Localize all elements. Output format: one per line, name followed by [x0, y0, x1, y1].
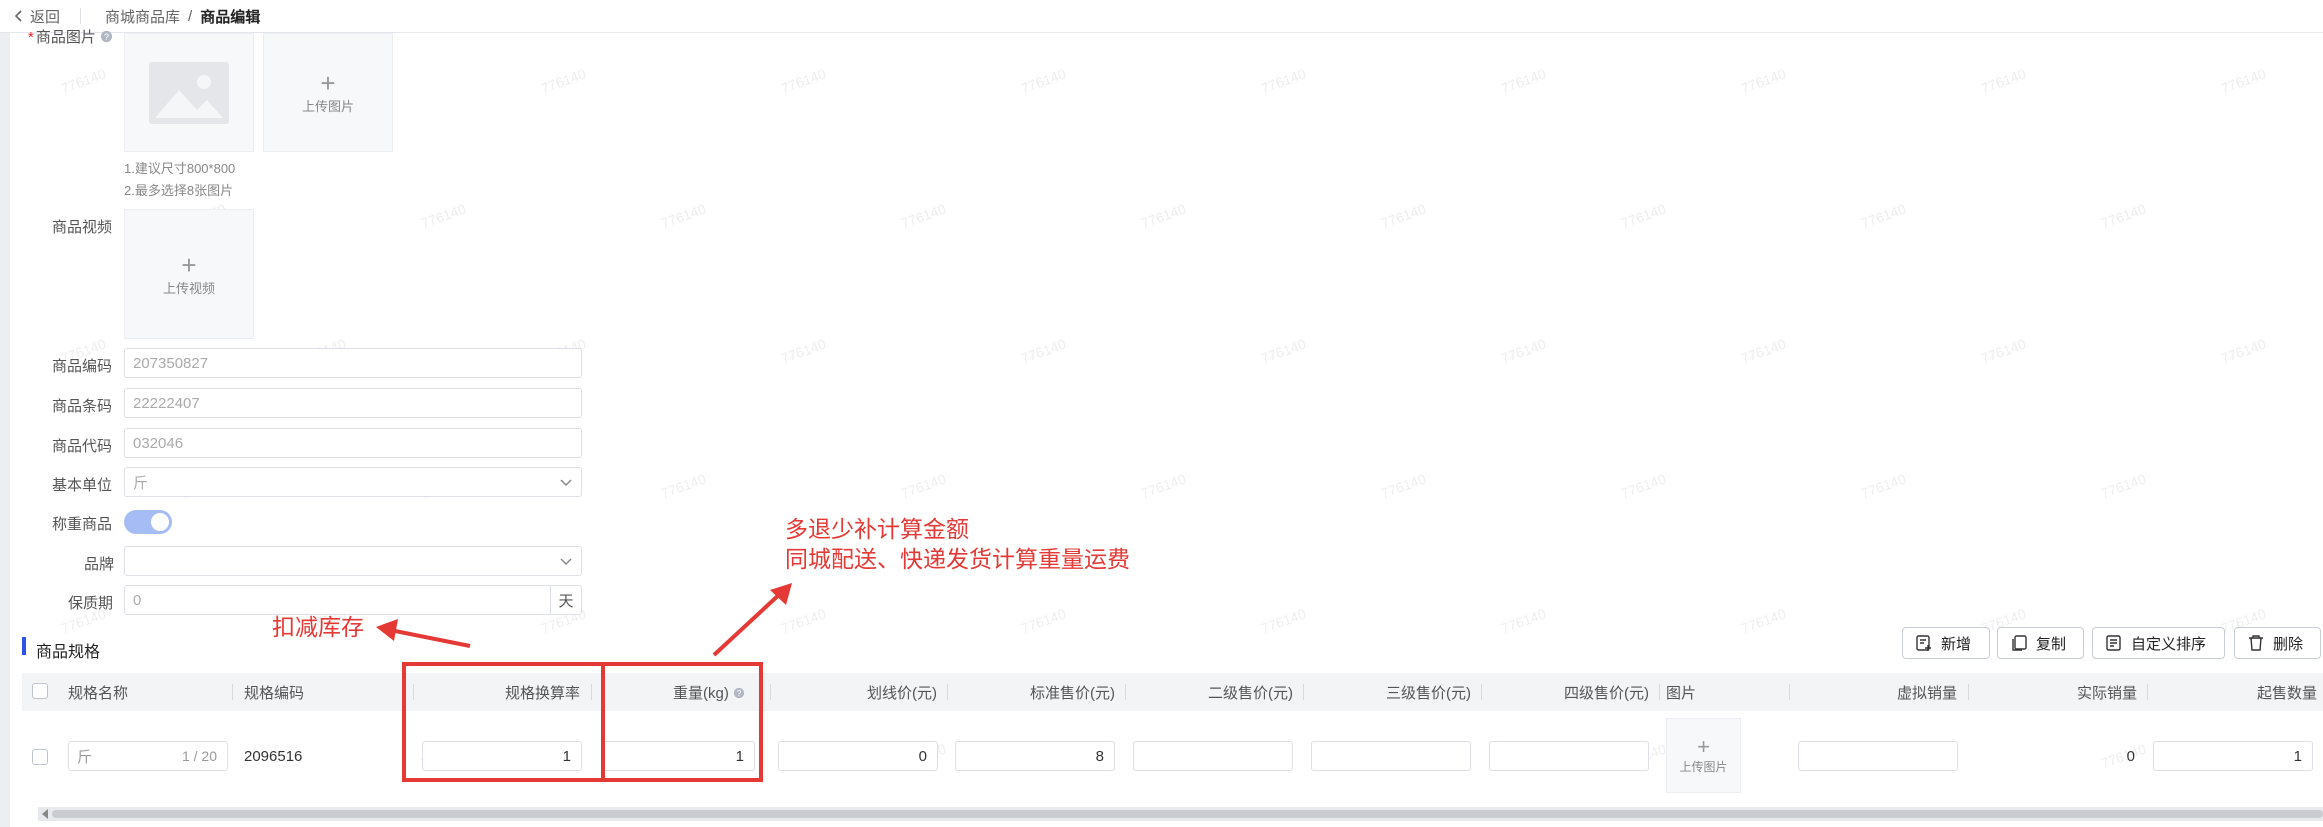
annotation-arrows: [376, 583, 792, 657]
arrow-line-weight: [712, 590, 784, 657]
arrow-head-stock: [376, 619, 398, 641]
arrow-line-stock: [389, 628, 471, 648]
